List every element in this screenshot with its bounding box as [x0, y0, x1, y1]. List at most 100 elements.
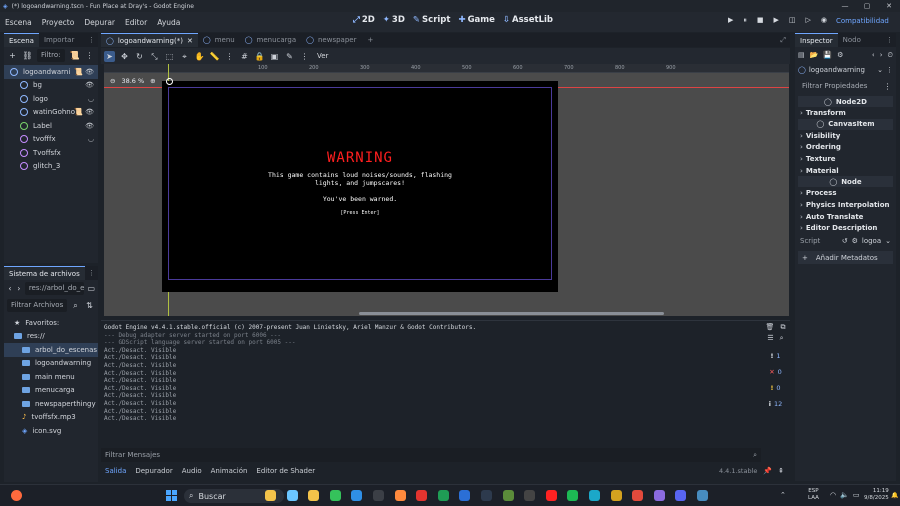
minecraft-icon[interactable]: [502, 490, 514, 501]
history-forward-icon[interactable]: ›: [880, 51, 883, 59]
tab-importar[interactable]: Importar: [39, 33, 79, 47]
inspector-section[interactable]: › Process: [795, 187, 896, 199]
scene-node-watinGohno[interactable]: watinGohno 📜 👁: [4, 106, 98, 120]
add-node-icon[interactable]: +: [7, 50, 18, 61]
inspected-object[interactable]: logoandwarning: [809, 66, 865, 74]
selectable-icon[interactable]: ⬚: [164, 51, 175, 62]
weather-icon[interactable]: [11, 490, 22, 501]
tab-shader-editor[interactable]: Editor de Shader: [256, 467, 315, 475]
play-custom-icon[interactable]: ▷: [806, 16, 811, 25]
excel-icon[interactable]: [437, 490, 449, 501]
message-counter[interactable]: ! 1: [764, 349, 788, 363]
menu-depurar[interactable]: Depurar: [79, 18, 120, 27]
language-indicator[interactable]: ESP LAA: [808, 488, 819, 502]
main-screen-2d[interactable]: ⤢ 2D: [353, 15, 375, 25]
chevron-down-icon[interactable]: ⌄: [885, 237, 891, 245]
view-menu[interactable]: Ver: [317, 52, 328, 60]
scene-tab[interactable]: ◯ menu: [198, 33, 240, 47]
scene-tab[interactable]: ◯ newspaper: [301, 33, 361, 47]
grid-snap-icon[interactable]: #: [239, 51, 250, 62]
visibility-icon[interactable]: 👁: [85, 122, 94, 130]
file-item[interactable]: main menu: [4, 370, 98, 384]
file-filter-input[interactable]: Filtrar Archivos: [7, 298, 67, 312]
copy-output-icon[interactable]: ⧉: [780, 323, 785, 332]
object-menu-icon[interactable]: ⋮: [886, 66, 893, 74]
move-mode-icon[interactable]: ✥: [119, 51, 130, 62]
file-item[interactable]: res://: [4, 330, 98, 344]
smart-snap-icon[interactable]: ⋮: [224, 51, 235, 62]
menu-editor[interactable]: Editor: [120, 18, 152, 27]
message-counter[interactable]: ! 0: [764, 381, 788, 395]
create-resource-icon[interactable]: ▤: [798, 51, 805, 59]
script-value[interactable]: logoa: [862, 237, 881, 245]
inspector-section[interactable]: › Visibility: [795, 130, 896, 142]
dock-options-icon[interactable]: ⋮: [84, 50, 95, 61]
terminal-icon[interactable]: [373, 490, 384, 501]
word-icon[interactable]: [459, 490, 471, 501]
zoom-in-icon[interactable]: ⊕: [150, 77, 155, 85]
play-project-icon[interactable]: ▶: [728, 16, 733, 25]
property-options-icon[interactable]: ⋮: [882, 81, 893, 92]
menu-proyecto[interactable]: Proyecto: [37, 18, 80, 27]
tab-depurador[interactable]: Depurador: [135, 467, 172, 475]
scene-node-tvofffx[interactable]: tvofffx ◡: [4, 133, 98, 147]
split-view-icon[interactable]: ▭: [87, 283, 95, 294]
chevron-down-icon[interactable]: ⌄: [877, 66, 883, 74]
steam-icon[interactable]: [481, 490, 492, 501]
main-screen-assetlib[interactable]: ⇩ AssetLib: [503, 15, 553, 25]
main-screen-script[interactable]: ✎ Script: [413, 15, 451, 25]
forward-icon[interactable]: ›: [16, 283, 22, 294]
output-filter-input[interactable]: Filtrar Mensajes: [105, 451, 160, 459]
folder-icon[interactable]: [308, 490, 320, 501]
file-item[interactable]: newspaperthingy: [4, 397, 98, 411]
tab-audio[interactable]: Audio: [182, 467, 202, 475]
scene-node-Label[interactable]: Label 👁: [4, 119, 98, 133]
sort-icon[interactable]: ⇅: [84, 300, 95, 311]
property-filter-input[interactable]: Filtrar Propiedades: [798, 80, 879, 93]
maximize-button[interactable]: ▢: [856, 0, 878, 12]
scene-node-glitch_3[interactable]: glitch_3: [4, 160, 98, 174]
inspector-section[interactable]: › Ordering: [795, 141, 896, 153]
message-counter[interactable]: ✕ 0: [764, 365, 788, 379]
godot-icon[interactable]: [697, 490, 708, 501]
visibility-icon[interactable]: 👁: [85, 81, 94, 89]
group-icon[interactable]: ▣: [269, 51, 280, 62]
horizontal-scrollbar[interactable]: [359, 312, 664, 315]
close-button[interactable]: ✕: [878, 0, 900, 12]
photos-icon[interactable]: [653, 490, 665, 501]
file-explorer-icon[interactable]: [265, 490, 276, 501]
reload-icon[interactable]: ↺: [842, 237, 848, 245]
opera-icon[interactable]: [416, 490, 428, 501]
system-tray[interactable]: ◠ 🔈 ▭: [830, 491, 859, 499]
lock-icon[interactable]: 🔒: [254, 51, 265, 62]
vscode-icon[interactable]: [351, 490, 363, 501]
inspector-section[interactable]: › Physics Interpolation: [795, 199, 896, 211]
main-screen-game[interactable]: ✚ Game: [458, 15, 494, 25]
minimize-button[interactable]: —: [834, 0, 856, 12]
2d-viewport[interactable]: 100 200 300 400 500 600 700 800 900 ⊖ 38.6 % ⊕ W…: [104, 64, 789, 316]
output-log[interactable]: Godot Engine v4.4.1.stable.official (c) …: [104, 324, 754, 423]
message-counter[interactable]: i 12: [764, 397, 788, 411]
play-scene-icon[interactable]: ▶: [774, 16, 779, 25]
paint-icon[interactable]: [394, 490, 406, 501]
obs-icon[interactable]: [524, 490, 536, 501]
pivot-icon[interactable]: ⌖: [179, 51, 190, 62]
inspector-section[interactable]: › Transform: [795, 107, 896, 119]
menu-escena[interactable]: Escena: [0, 18, 37, 27]
distraction-free-icon[interactable]: ⤢: [780, 36, 790, 45]
visibility-icon[interactable]: 📜 👁: [74, 68, 94, 76]
favorites-row[interactable]: ★ Favoritos:: [4, 316, 98, 330]
tab-inspector[interactable]: Inspector: [795, 33, 838, 47]
extra-options-icon[interactable]: ⚙: [837, 51, 843, 59]
add-tab-button[interactable]: +: [367, 36, 373, 44]
file-item[interactable]: ◈ icon.svg: [4, 424, 98, 438]
inspector-section[interactable]: › Material: [795, 165, 896, 177]
start-button[interactable]: [166, 490, 177, 501]
inspector-section[interactable]: › Texture: [795, 153, 896, 165]
back-icon[interactable]: ‹: [7, 283, 13, 294]
dock-menu-icon[interactable]: ⋮: [88, 269, 98, 277]
visibility-icon[interactable]: 📜 👁: [74, 108, 94, 116]
movie-maker-icon[interactable]: ◉: [821, 16, 827, 25]
file-item[interactable]: menucarga: [4, 384, 98, 398]
rotate-mode-icon[interactable]: ↻: [134, 51, 145, 62]
